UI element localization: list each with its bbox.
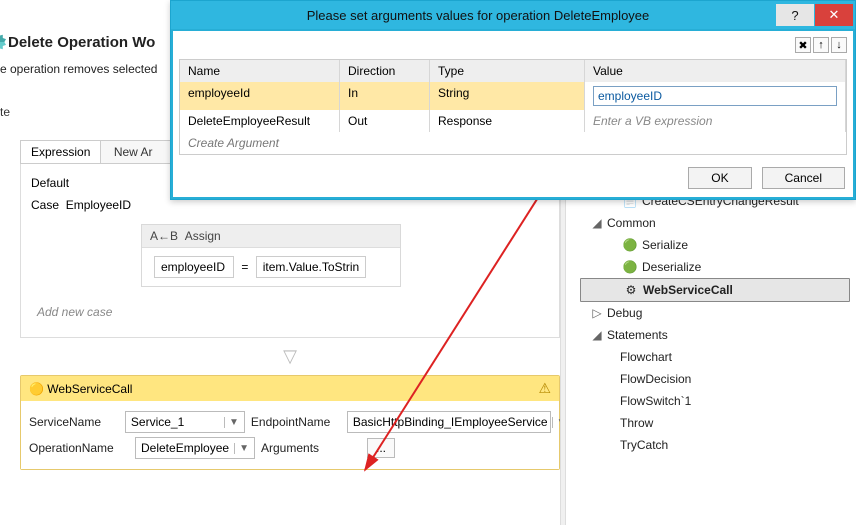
- col-direction[interactable]: Direction: [340, 60, 430, 82]
- cell-value[interactable]: employeeID: [585, 82, 846, 110]
- activity-gear-icon: 🟡: [29, 382, 44, 396]
- tree-item-trycatch[interactable]: TryCatch: [580, 434, 850, 456]
- tab-expression[interactable]: Expression: [21, 141, 101, 163]
- arguments-dialog: Please set arguments values for operatio…: [170, 0, 856, 200]
- caret-down-icon: ◢: [592, 326, 602, 344]
- assign-to-field[interactable]: employeeID: [154, 256, 234, 278]
- value-placeholder: Enter a VB expression: [593, 114, 712, 128]
- dialog-titlebar[interactable]: Please set arguments values for operatio…: [171, 1, 855, 29]
- grid-header-row: Name Direction Type Value: [180, 60, 846, 82]
- grid-row[interactable]: employeeId In String employeeID: [180, 82, 846, 110]
- cancel-button[interactable]: Cancel: [762, 167, 845, 189]
- toolbox-tree: 📄CreateCSEntryChangeResult ◢Common 🟢Seri…: [580, 190, 850, 456]
- delete-argument-button[interactable]: ✖: [795, 37, 811, 53]
- create-argument[interactable]: Create Argument: [180, 132, 846, 154]
- activity-title: WebServiceCall: [47, 382, 132, 396]
- arguments-button[interactable]: ...: [367, 438, 395, 458]
- tree-item-flowswitch[interactable]: FlowSwitch`1: [580, 390, 850, 412]
- operationname-combo[interactable]: DeleteEmployee▼: [135, 437, 255, 459]
- gear-icon: ⚙: [624, 283, 638, 297]
- add-new-case[interactable]: Add new case: [31, 295, 549, 329]
- col-name[interactable]: Name: [180, 60, 340, 82]
- servicename-combo[interactable]: Service_1▼: [125, 411, 245, 433]
- dialog-toolbar: ✖ ↑ ↓: [795, 37, 847, 53]
- help-button[interactable]: ?: [776, 4, 814, 26]
- operationname-label: OperationName: [29, 441, 129, 455]
- move-down-button[interactable]: ↓: [831, 37, 847, 53]
- move-up-button[interactable]: ↑: [813, 37, 829, 53]
- cell-type[interactable]: String: [430, 82, 585, 110]
- tree-group-common[interactable]: ◢Common: [580, 212, 850, 234]
- switch-case-row[interactable]: Case EmployeeID: [31, 198, 549, 212]
- cell-value[interactable]: Enter a VB expression: [585, 110, 846, 132]
- tree-group-debug[interactable]: ▷Debug: [580, 302, 850, 324]
- webservicecall-activity[interactable]: 🟡 WebServiceCall ⚠ ServiceName Service_1…: [20, 375, 560, 470]
- grid-row[interactable]: DeleteEmployeeResult Out Response Enter …: [180, 110, 846, 132]
- tree-item-deserialize[interactable]: 🟢Deserialize: [580, 256, 850, 278]
- flow-arrow-icon: ▽: [20, 338, 560, 375]
- col-value[interactable]: Value: [585, 60, 846, 82]
- deserialize-icon: 🟢: [623, 260, 637, 274]
- caret-right-icon: ▷: [592, 304, 602, 322]
- cell-direction[interactable]: Out: [340, 110, 430, 132]
- tree-item-throw[interactable]: Throw: [580, 412, 850, 434]
- tree-item-serialize[interactable]: 🟢Serialize: [580, 234, 850, 256]
- arguments-grid: Name Direction Type Value employeeId In …: [179, 59, 847, 155]
- assign-value-field[interactable]: item.Value.ToStrin: [256, 256, 367, 278]
- endpoint-combo[interactable]: BasicHttpBinding_IEmployeeService▼: [347, 411, 551, 433]
- cell-name[interactable]: DeleteEmployeeResult: [180, 110, 340, 132]
- case-value: EmployeeID: [66, 198, 131, 212]
- tree-item-webservicecall[interactable]: ⚙WebServiceCall: [580, 278, 850, 302]
- caret-down-icon: ◢: [592, 214, 602, 232]
- value-input[interactable]: employeeID: [593, 86, 837, 106]
- chevron-down-icon: ▼: [234, 443, 249, 454]
- endpoint-label: EndpointName: [251, 415, 341, 429]
- tree-item-flowchart[interactable]: Flowchart: [580, 346, 850, 368]
- assign-activity[interactable]: A←B Assign employeeID = item.Value.ToStr…: [141, 224, 401, 287]
- wizard-icon: [0, 34, 6, 50]
- cell-name[interactable]: employeeId: [180, 82, 340, 110]
- tree-item-flowdecision[interactable]: FlowDecision: [580, 368, 850, 390]
- arguments-label: Arguments: [261, 441, 361, 455]
- dialog-title: Please set arguments values for operatio…: [181, 8, 775, 23]
- assign-equals: =: [241, 260, 248, 274]
- col-type[interactable]: Type: [430, 60, 585, 82]
- tree-group-statements[interactable]: ◢Statements: [580, 324, 850, 346]
- cell-type[interactable]: Response: [430, 110, 585, 132]
- serialize-icon: 🟢: [623, 238, 637, 252]
- page-desc: e operation removes selected: [0, 62, 157, 76]
- page-title: Delete Operation Wo: [8, 34, 155, 51]
- page-trunc: te: [0, 105, 10, 119]
- cell-direction[interactable]: In: [340, 82, 430, 110]
- ok-button[interactable]: OK: [688, 167, 751, 189]
- case-label: Case: [31, 198, 59, 212]
- tab-new-argument[interactable]: New Ar: [106, 141, 161, 163]
- servicename-label: ServiceName: [29, 415, 119, 429]
- warning-icon: ⚠: [538, 380, 551, 397]
- chevron-down-icon: ▼: [224, 417, 239, 428]
- assign-icon: A←B: [150, 229, 178, 243]
- assign-title: Assign: [185, 229, 221, 243]
- close-button[interactable]: ✕: [815, 4, 853, 26]
